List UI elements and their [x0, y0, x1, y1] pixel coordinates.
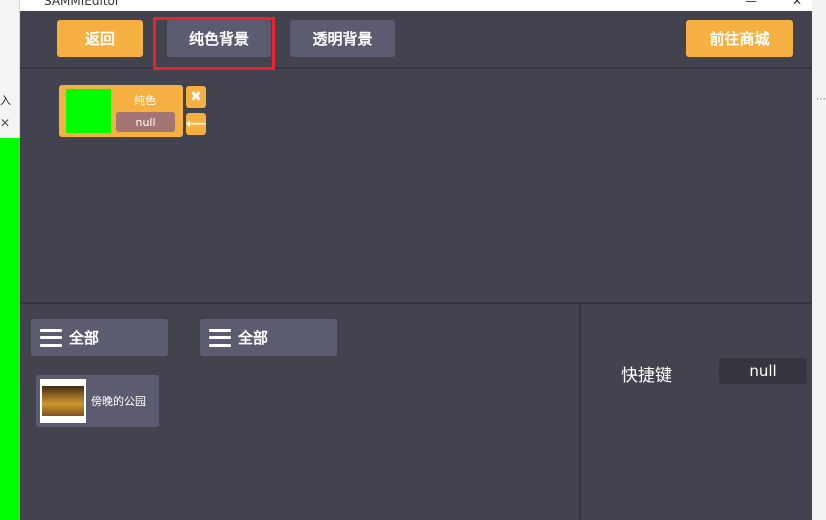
layer-item[interactable]: 纯色 null: [59, 85, 183, 137]
background-close-icon: ✕: [0, 116, 11, 130]
shortcut-input[interactable]: null: [719, 358, 807, 384]
minimize-icon[interactable]: —: [745, 0, 757, 8]
transparent-background-button[interactable]: 透明背景: [290, 20, 395, 57]
layer-color-swatch[interactable]: [66, 89, 111, 133]
type-filter-label: 全部: [238, 329, 269, 347]
window-title: SAMMIEditor: [44, 0, 120, 8]
background-green-area: [0, 138, 20, 520]
remove-layer-icon[interactable]: ✖: [186, 86, 206, 108]
toolbar: 返回 纯色背景 透明背景 前往商城: [20, 11, 812, 69]
asset-thumbnail: [40, 379, 86, 423]
app-window: SAMMIEditor — ✕ 返回 纯色背景 透明背景 前往商城 纯色 nul…: [20, 0, 812, 520]
background-window-right: [812, 0, 826, 520]
background-text: 入: [0, 94, 11, 107]
shortcut-panel: [581, 304, 812, 520]
layer-name: 纯色: [134, 94, 156, 107]
menu-icon: [40, 328, 62, 347]
asset-label: 傍晚的公园: [91, 395, 146, 408]
move-layer-icon[interactable]: ⟵: [186, 113, 206, 135]
category-filter-dropdown[interactable]: 全部: [31, 319, 168, 356]
category-filter-label: 全部: [69, 329, 100, 347]
layer-value-field[interactable]: null: [116, 112, 175, 132]
asset-item[interactable]: 傍晚的公园: [36, 375, 159, 427]
close-icon[interactable]: ✕: [792, 0, 802, 8]
menu-icon: [209, 328, 231, 347]
highlight-box: [153, 17, 275, 70]
background-mark: ⋯: [816, 94, 826, 105]
back-button[interactable]: 返回: [57, 20, 143, 57]
shortcut-label: 快捷键: [621, 366, 672, 386]
go-to-store-button[interactable]: 前往商城: [686, 20, 793, 57]
title-bar: SAMMIEditor — ✕: [20, 0, 812, 11]
park-image-icon: [42, 386, 84, 416]
type-filter-dropdown[interactable]: 全部: [200, 319, 337, 356]
